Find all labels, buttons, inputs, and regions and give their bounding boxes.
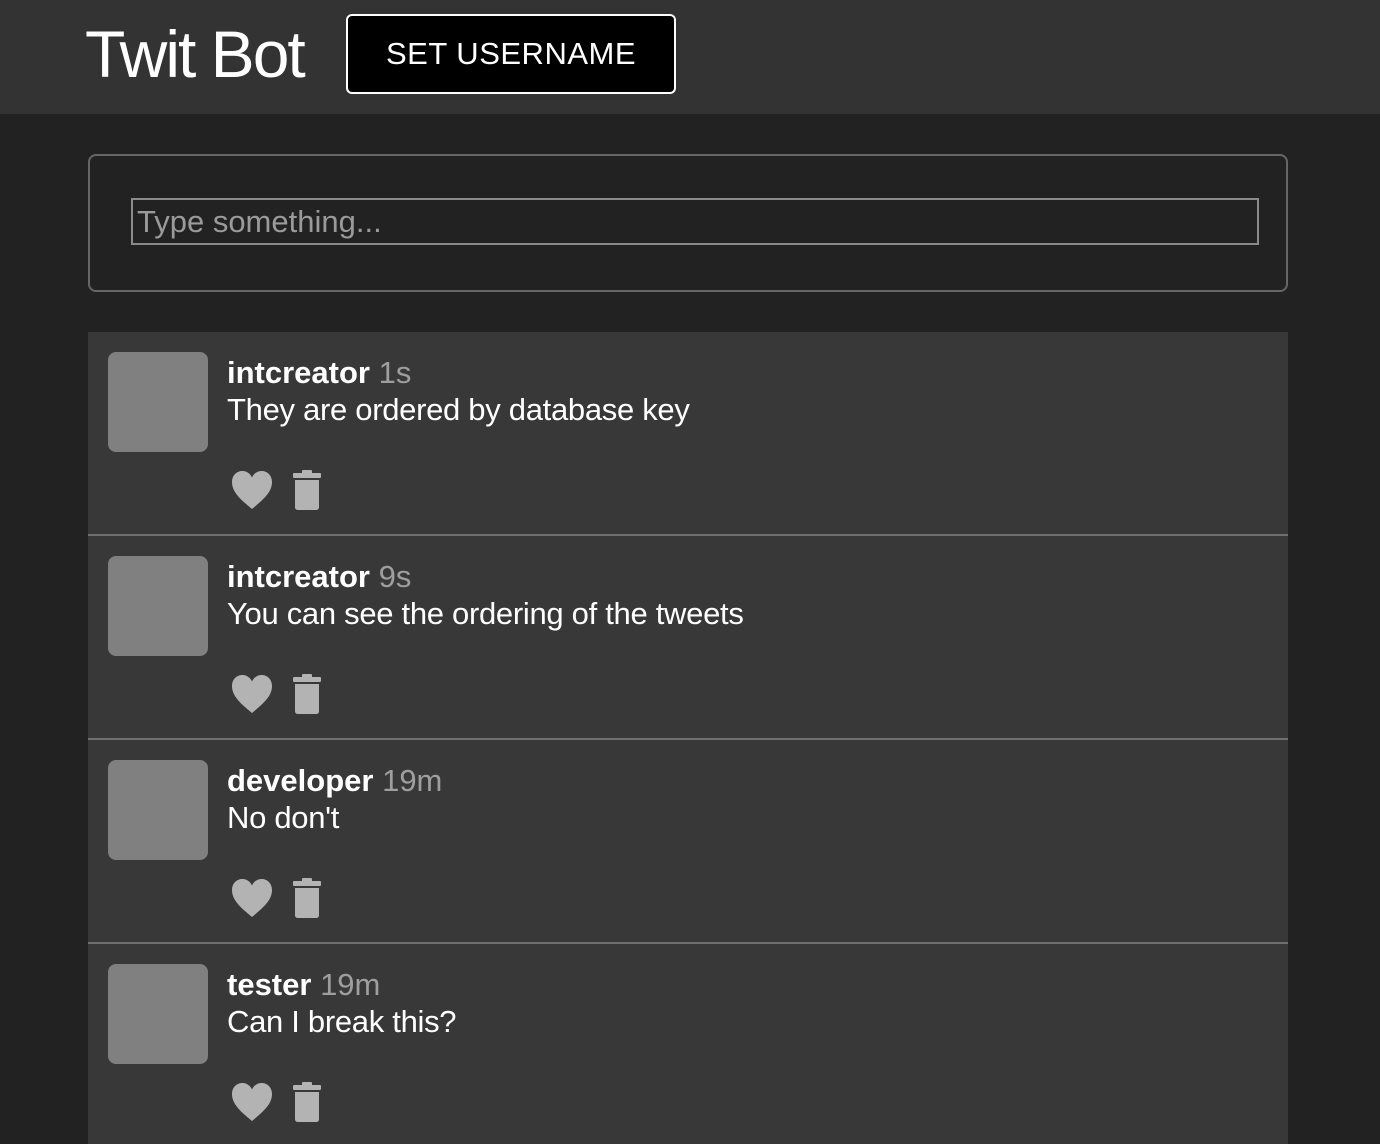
heart-icon[interactable] (230, 673, 274, 715)
tweet-username: intcreator (227, 559, 370, 594)
tweet-timestamp: 1s (378, 355, 412, 390)
tweet-text: Can I break this? (227, 1004, 457, 1039)
tweet-header: intcreator 9s (227, 558, 411, 596)
heart-icon[interactable] (230, 1081, 274, 1123)
tweet-actions (230, 469, 322, 511)
heart-icon[interactable] (230, 469, 274, 511)
tweet-item: tester 19m Can I break this? (88, 944, 1288, 1144)
compose-box (88, 154, 1288, 292)
top-bar: Twit Bot SET USERNAME (0, 0, 1380, 114)
tweet-username: tester (227, 967, 312, 1002)
tweet-username: developer (227, 763, 374, 798)
tweet-input[interactable] (131, 198, 1259, 245)
tweet-text: You can see the ordering of the tweets (227, 596, 744, 631)
tweet-text: No don't (227, 800, 340, 835)
tweet-actions (230, 673, 322, 715)
trash-icon[interactable] (292, 878, 322, 918)
tweet-actions (230, 877, 322, 919)
tweet-item: intcreator 9s You can see the ordering o… (88, 536, 1288, 740)
tweet-timestamp: 19m (382, 763, 443, 798)
tweet-text: They are ordered by database key (227, 392, 690, 427)
app-title: Twit Bot (85, 17, 306, 91)
tweet-username: intcreator (227, 355, 370, 390)
trash-icon[interactable] (292, 470, 322, 510)
tweet-timestamp: 19m (320, 967, 381, 1002)
avatar (108, 352, 208, 452)
avatar (108, 964, 208, 1064)
tweet-header: intcreator 1s (227, 354, 411, 392)
avatar (108, 556, 208, 656)
avatar (108, 760, 208, 860)
tweet-header: tester 19m (227, 966, 380, 1004)
trash-icon[interactable] (292, 1082, 322, 1122)
tweet-feed: intcreator 1s They are ordered by databa… (88, 332, 1288, 1144)
tweet-timestamp: 9s (378, 559, 412, 594)
tweet-item: developer 19m No don't (88, 740, 1288, 944)
tweet-actions (230, 1081, 322, 1123)
set-username-button[interactable]: SET USERNAME (346, 14, 676, 94)
heart-icon[interactable] (230, 877, 274, 919)
trash-icon[interactable] (292, 674, 322, 714)
tweet-header: developer 19m (227, 762, 442, 800)
tweet-item: intcreator 1s They are ordered by databa… (88, 332, 1288, 536)
